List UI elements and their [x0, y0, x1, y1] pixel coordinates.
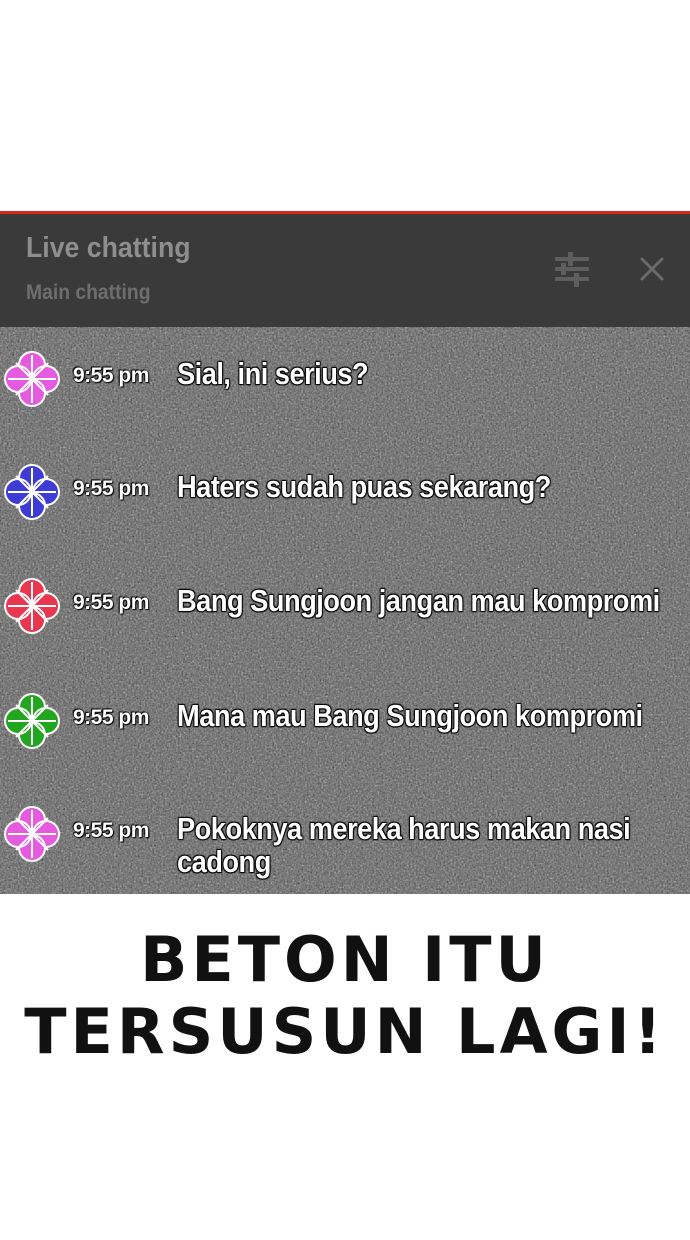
flower-avatar-icon: [4, 578, 60, 634]
flower-avatar-icon: [4, 806, 60, 862]
chat-message: 9:55 pm Bang Sungjoon jangan mau komprom…: [0, 578, 690, 638]
close-x-icon: [640, 257, 664, 281]
live-chat-panel: Live chatting Main chatting 9:55 pm Sial…: [0, 211, 690, 894]
chat-header: Live chatting Main chatting: [0, 214, 690, 327]
flower-avatar-icon: [4, 693, 60, 749]
comic-panel: Live chatting Main chatting 9:55 pm Sial…: [0, 0, 690, 1240]
chat-title: Live chatting: [26, 232, 191, 264]
message-text: Haters sudah puas sekarang?: [177, 469, 551, 504]
message-time: 9:55 pm: [73, 477, 149, 500]
message-time: 9:55 pm: [73, 819, 149, 842]
message-time: 9:55 pm: [73, 591, 149, 614]
caption-line-2: TERSUSUN LAGI!: [24, 995, 666, 1068]
close-button[interactable]: [632, 249, 672, 289]
message-text: Mana mau Bang Sungjoon kompromi: [177, 698, 643, 733]
chat-message-list[interactable]: 9:55 pm Sial, ini serius? 9:55 pm Haters…: [0, 327, 690, 894]
flower-avatar-icon: [4, 351, 60, 407]
message-text: Sial, ini serius?: [177, 356, 369, 391]
tune-sliders-icon: [555, 252, 589, 287]
chat-message: 9:55 pm Pokoknya mereka harus makan nasi…: [0, 806, 690, 878]
filter-button[interactable]: [552, 249, 592, 289]
chat-message: 9:55 pm Sial, ini serius?: [0, 351, 690, 411]
message-text: Pokoknya mereka harus makan nasi cadong: [177, 811, 631, 879]
message-time: 9:55 pm: [73, 706, 149, 729]
flower-avatar-icon: [4, 464, 60, 520]
chat-message: 9:55 pm Haters sudah puas sekarang?: [0, 464, 690, 524]
chat-message: 9:55 pm Mana mau Bang Sungjoon kompromi: [0, 693, 690, 753]
message-time: 9:55 pm: [73, 364, 149, 387]
caption-line-1: BETON ITU: [140, 923, 550, 996]
message-text: Bang Sungjoon jangan mau kompromi: [177, 583, 660, 618]
chat-subtitle: Main chatting: [26, 281, 151, 304]
narration-caption: BETON ITU TERSUSUN LAGI!: [0, 924, 690, 1068]
